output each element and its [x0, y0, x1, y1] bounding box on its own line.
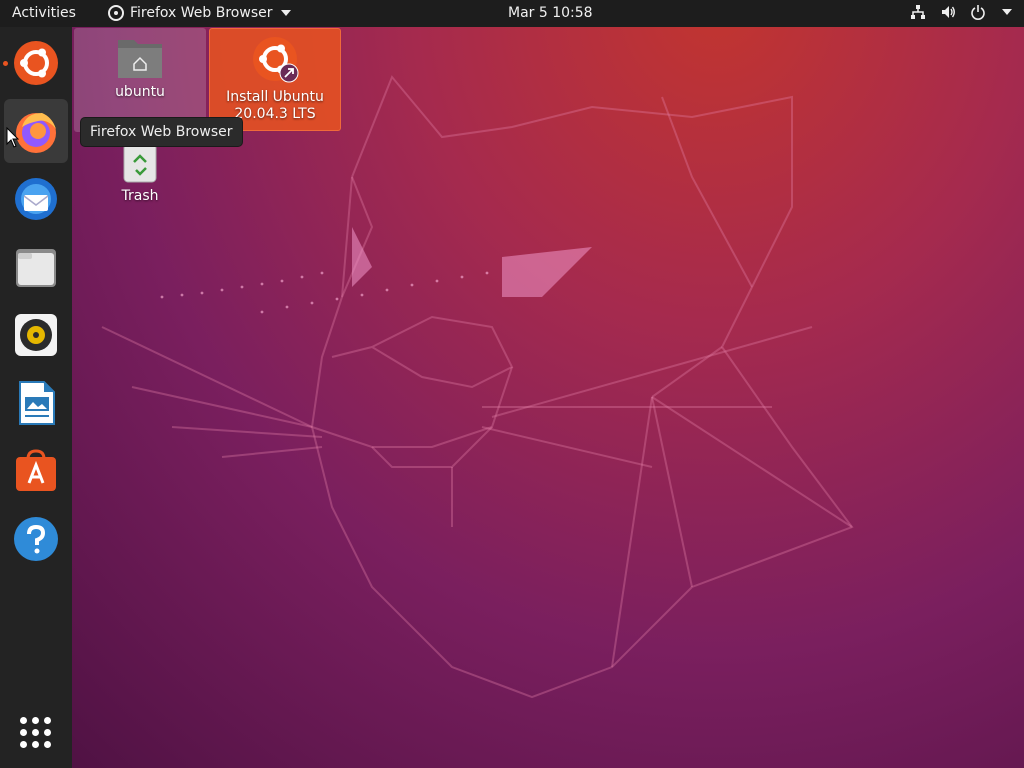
system-menu-chevron-icon[interactable] — [1002, 9, 1012, 15]
desktop-icon-label-line1: Install Ubuntu — [226, 89, 324, 105]
system-tray[interactable] — [910, 4, 1012, 20]
volume-icon[interactable] — [940, 4, 956, 20]
mouse-cursor-icon — [6, 127, 20, 148]
home-folder-icon — [118, 40, 162, 78]
dock-item-rhythmbox[interactable] — [4, 303, 68, 367]
desktop-icon-label: ubuntu — [115, 84, 165, 100]
dock-item-help[interactable] — [4, 507, 68, 571]
firefox-small-icon — [108, 5, 124, 21]
dock-item-ubuntu-software[interactable] — [4, 439, 68, 503]
software-icon — [16, 449, 56, 491]
app-menu-label: Firefox Web Browser — [130, 5, 273, 21]
app-menu[interactable]: Firefox Web Browser — [108, 5, 291, 21]
files-icon — [16, 249, 56, 287]
power-icon[interactable] — [970, 4, 986, 20]
dock-item-thunderbird[interactable] — [4, 167, 68, 231]
dock-item-libreoffice-writer[interactable] — [4, 371, 68, 435]
rhythmbox-icon — [15, 314, 57, 356]
ubuntu-installer-icon — [14, 41, 58, 85]
activities-button[interactable]: Activities — [12, 5, 76, 21]
desktop-icon-label: Trash — [121, 188, 159, 204]
desktop-icon-trash[interactable]: Trash — [74, 140, 206, 212]
dock-item-files[interactable] — [4, 235, 68, 299]
dock-tooltip: Firefox Web Browser — [80, 117, 243, 147]
chevron-down-icon — [280, 10, 291, 16]
running-indicator — [3, 61, 8, 66]
thunderbird-icon — [15, 178, 57, 220]
ubuntu-installer-icon — [253, 37, 299, 83]
top-bar: Activities Firefox Web Browser Mar 5 10:… — [0, 0, 1024, 27]
help-icon — [14, 517, 58, 561]
network-icon[interactable] — [910, 4, 926, 20]
clock[interactable]: Mar 5 10:58 — [508, 5, 593, 21]
dock-item-install-ubuntu[interactable] — [3, 31, 68, 95]
app-grid-icon[interactable] — [20, 717, 52, 749]
writer-icon — [19, 381, 55, 425]
desktop-icon-install-ubuntu[interactable]: Install Ubuntu 20.04.3 LTS — [209, 28, 341, 131]
